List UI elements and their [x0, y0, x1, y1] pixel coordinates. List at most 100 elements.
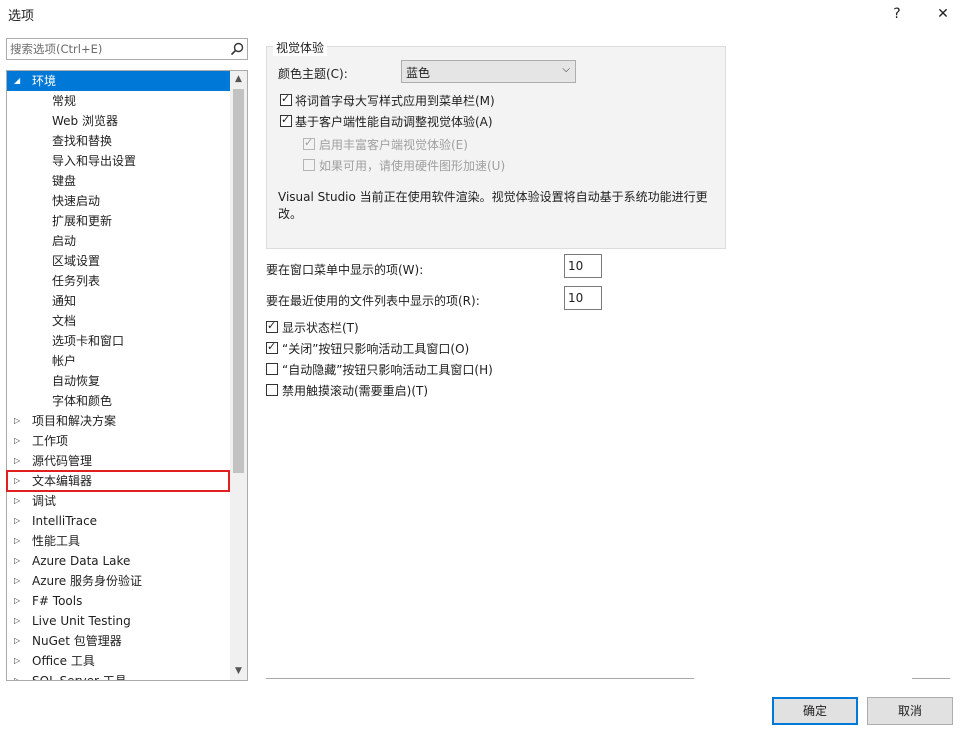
collapsed-arrow-icon[interactable]: ▷ [14, 591, 24, 611]
options-tree[interactable]: ◢ 环境常规 Web 浏览器查找和替换导入和导出设置 键盘快速启动扩展和更新启动区域设… [6, 70, 248, 681]
tree-item-label: 环境 [32, 74, 57, 88]
tree-item-label: Web 浏览器 [52, 114, 118, 128]
tree-item[interactable]: ◢ 环境 [7, 71, 231, 91]
tree-item[interactable]: 常规 [7, 91, 231, 111]
tree-item-label: 区域设置 [52, 254, 101, 268]
collapsed-arrow-icon[interactable]: ▷ [14, 651, 24, 671]
autohide-button-checkbox[interactable] [266, 363, 278, 375]
tree-item-label: 性能工具 [32, 534, 81, 548]
tree-item-label: 字体和颜色 [52, 394, 113, 408]
tree-item[interactable]: ▷ Office 工具 [7, 651, 231, 671]
tree-item[interactable]: ▷ F# Tools [7, 591, 231, 611]
tree-item[interactable]: 选项卡和窗口 [7, 331, 231, 351]
tree-item-label: 帐户 [52, 354, 77, 368]
cancel-button[interactable]: 取消 [867, 697, 953, 725]
tree-item[interactable]: ▷ NuGet 包管理器 [7, 631, 231, 651]
tree-item[interactable]: ▷ 工作项 [7, 431, 231, 451]
collapsed-arrow-icon[interactable]: ▷ [14, 551, 24, 571]
tree-item-label: F# Tools [32, 594, 83, 608]
tree-list: ◢ 环境常规 Web 浏览器查找和替换导入和导出设置 键盘快速启动扩展和更新启动区域设… [7, 71, 231, 681]
scroll-thumb[interactable] [233, 89, 244, 473]
hardware-accel-checkbox[interactable] [303, 159, 315, 171]
touch-scroll-checkbox[interactable] [266, 384, 278, 396]
tree-item[interactable]: ▷ 性能工具 [7, 531, 231, 551]
render-note-line2: 改。 [278, 207, 303, 221]
tree-item-label: Azure 服务身份验证 [32, 574, 142, 588]
collapsed-arrow-icon[interactable]: ▷ [14, 571, 24, 591]
status-bar-label: 显示状态栏(T) [282, 321, 359, 335]
collapsed-arrow-icon[interactable]: ▷ [14, 611, 24, 631]
tree-item[interactable]: ▷ IntelliTrace [7, 511, 231, 531]
tree-item[interactable]: 文档 [7, 311, 231, 331]
scroll-up-icon[interactable]: ▲ [230, 71, 247, 88]
expanded-arrow-icon[interactable]: ◢ [14, 71, 24, 91]
collapsed-arrow-icon[interactable]: ▷ [14, 671, 24, 680]
tree-item[interactable]: 区域设置 [7, 251, 231, 271]
auto-adjust-checkbox[interactable] [280, 113, 292, 127]
tree-item[interactable]: 帐户 [7, 351, 231, 371]
tree-item-label: 通知 [52, 294, 77, 308]
tree-item[interactable]: 键盘 [7, 171, 231, 191]
tree-item[interactable]: 任务列表 [7, 271, 231, 291]
tree-scrollbar[interactable]: ▲ ▼ [230, 71, 247, 680]
collapsed-arrow-icon[interactable]: ▷ [14, 451, 24, 471]
close-button-checkbox[interactable] [266, 340, 278, 354]
tree-item-label: SQL Server 工具 [32, 674, 127, 681]
collapsed-arrow-icon[interactable]: ▷ [14, 431, 24, 451]
tree-item-label: 文档 [52, 314, 77, 328]
tree-item[interactable]: ▷ Azure 服务身份验证 [7, 571, 231, 591]
tree-item[interactable]: 字体和颜色 [7, 391, 231, 411]
recent-files-items-input[interactable] [568, 290, 598, 306]
help-button[interactable]: ? [886, 3, 908, 25]
tree-item-label: 键盘 [52, 174, 77, 188]
tree-item-label: 选项卡和窗口 [52, 334, 125, 348]
status-bar-checkbox[interactable] [266, 319, 278, 333]
tree-item-label: 扩展和更新 [52, 214, 113, 228]
window-menu-items-field[interactable] [564, 254, 602, 278]
tree-item[interactable]: ▷ 调试 [7, 491, 231, 511]
uppercase-menu-checkbox[interactable] [280, 92, 292, 106]
color-theme-dropdown[interactable]: 蓝色 ⌵ [401, 60, 576, 83]
tree-item-label: 启动 [52, 234, 77, 248]
close-button[interactable]: ✕ [932, 3, 954, 25]
search-input[interactable] [10, 41, 220, 57]
scroll-down-icon[interactable]: ▼ [230, 663, 247, 680]
highlight-box [6, 470, 230, 492]
tree-item[interactable]: ▷ Live Unit Testing [7, 611, 231, 631]
touch-scroll-label: 禁用触摸滚动(需要重启)(T) [282, 384, 429, 398]
tree-item-label: 快速启动 [52, 194, 101, 208]
collapsed-arrow-icon[interactable]: ▷ [14, 491, 24, 511]
window-menu-items-input[interactable] [568, 258, 598, 274]
recent-files-items-label: 要在最近使用的文件列表中显示的项(R): [266, 294, 480, 308]
ok-button[interactable]: 确定 [772, 697, 858, 725]
tree-item[interactable]: 导入和导出设置 [7, 151, 231, 171]
hardware-accel-label: 如果可用，请使用硬件图形加速(U) [319, 159, 506, 173]
tree-item[interactable]: ▷ 项目和解决方案 [7, 411, 231, 431]
tree-item[interactable]: ▷ 源代码管理 [7, 451, 231, 471]
tree-item[interactable]: 快速启动 [7, 191, 231, 211]
tree-item-label: 导入和导出设置 [52, 154, 137, 168]
recent-files-items-field[interactable] [564, 286, 602, 310]
autohide-button-label: “自动隐藏”按钮只影响活动工具窗口(H) [282, 363, 493, 377]
chevron-down-icon: ⌵ [562, 64, 570, 75]
tree-item[interactable]: 启动 [7, 231, 231, 251]
collapsed-arrow-icon[interactable]: ▷ [14, 411, 24, 431]
close-button-label: “关闭”按钮只影响活动工具窗口(O) [282, 342, 470, 356]
tree-item-label: 自动恢复 [52, 374, 101, 388]
rich-client-label: 启用丰富客户端视觉体验(E) [319, 138, 468, 152]
rich-client-checkbox[interactable] [303, 136, 315, 150]
tree-item[interactable]: ▷ SQL Server 工具 [7, 671, 231, 681]
collapsed-arrow-icon[interactable]: ▷ [14, 531, 24, 551]
tree-item[interactable]: 通知 [7, 291, 231, 311]
color-theme-value: 蓝色 [406, 66, 431, 80]
collapsed-arrow-icon[interactable]: ▷ [14, 631, 24, 651]
tree-item[interactable]: 查找和替换 [7, 131, 231, 151]
window-menu-items-label: 要在窗口菜单中显示的项(W): [266, 263, 424, 277]
tree-item[interactable]: ▷ Azure Data Lake [7, 551, 231, 571]
search-icon[interactable] [230, 42, 244, 56]
search-box[interactable] [6, 38, 248, 60]
tree-item[interactable]: 自动恢复 [7, 371, 231, 391]
collapsed-arrow-icon[interactable]: ▷ [14, 511, 24, 531]
tree-item[interactable]: 扩展和更新 [7, 211, 231, 231]
tree-item[interactable]: Web 浏览器 [7, 111, 231, 131]
